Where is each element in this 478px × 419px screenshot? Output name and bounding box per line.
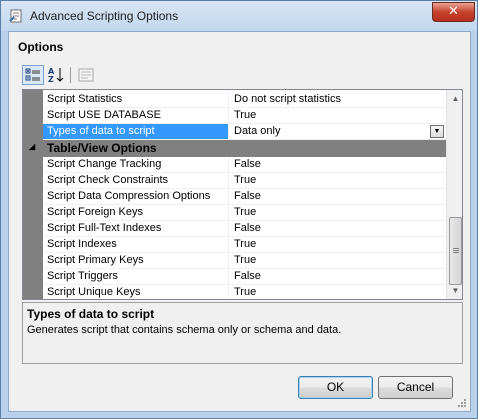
- property-name: Script Change Tracking: [43, 157, 229, 172]
- property-name: Script USE DATABASE: [43, 108, 229, 123]
- grid-row-script-primary-keys[interactable]: Script Primary Keys True: [43, 253, 446, 269]
- alphabetical-button[interactable]: A Z: [45, 65, 67, 85]
- property-name: Types of data to script: [43, 124, 229, 139]
- thumb-grip: [453, 252, 459, 253]
- property-name: Script Indexes: [43, 237, 229, 252]
- grid-row-script-indexes[interactable]: Script Indexes True: [43, 237, 446, 253]
- dropdown-arrow-icon[interactable]: ▼: [430, 125, 444, 138]
- dialog-client-area: Options A Z Script Statistics Do not scr…: [8, 31, 471, 412]
- property-value[interactable]: True: [230, 285, 446, 299]
- property-name: Script Data Compression Options: [43, 189, 229, 204]
- description-title: Types of data to script: [27, 307, 155, 321]
- property-pages-button[interactable]: [75, 65, 97, 85]
- category-label: Table/View Options: [47, 141, 157, 155]
- title-bar[interactable]: Advanced Scripting Options ✕: [1, 1, 477, 31]
- cancel-button[interactable]: Cancel: [378, 376, 453, 399]
- types-of-data-select[interactable]: Data only ▼: [230, 124, 446, 139]
- window-title: Advanced Scripting Options: [30, 9, 179, 23]
- advanced-scripting-options-dialog: Advanced Scripting Options ✕ Options A Z: [0, 0, 478, 419]
- close-button[interactable]: ✕: [432, 2, 475, 22]
- scroll-up-icon[interactable]: ▲: [447, 90, 462, 107]
- grid-row-script-foreign-keys[interactable]: Script Foreign Keys True: [43, 205, 446, 221]
- property-name: Script Check Constraints: [43, 173, 229, 188]
- property-grid-toolbar: A Z: [18, 65, 473, 87]
- vertical-scrollbar[interactable]: ▲ ▼: [446, 90, 462, 299]
- property-grid: Script Statistics Do not script statisti…: [22, 89, 463, 300]
- property-value[interactable]: False: [230, 189, 446, 204]
- grid-row-types-of-data-to-script[interactable]: Types of data to script Data only ▼: [43, 124, 446, 140]
- property-value[interactable]: True: [230, 108, 446, 123]
- script-app-icon: [9, 9, 22, 23]
- property-value[interactable]: Do not script statistics: [230, 92, 446, 107]
- grid-row-script-triggers[interactable]: Script Triggers False: [43, 269, 446, 285]
- ok-button[interactable]: OK: [298, 376, 373, 399]
- grid-row-script-statistics[interactable]: Script Statistics Do not script statisti…: [43, 92, 446, 108]
- svg-text:Z: Z: [48, 75, 54, 84]
- property-name: Script Triggers: [43, 269, 229, 284]
- collapse-toggle-icon[interactable]: ◢: [29, 142, 35, 151]
- sort-alphabetical-icon: A Z: [48, 67, 64, 84]
- grid-row-script-change-tracking[interactable]: Script Change Tracking False: [43, 157, 446, 173]
- property-name: Script Full-Text Indexes: [43, 221, 229, 236]
- description-text: Generates script that contains schema on…: [27, 324, 342, 336]
- property-value[interactable]: True: [230, 173, 446, 188]
- scroll-down-icon[interactable]: ▼: [447, 282, 462, 299]
- options-header: Options: [18, 40, 64, 54]
- property-value[interactable]: False: [230, 269, 446, 284]
- property-value[interactable]: False: [230, 157, 446, 172]
- grid-row-script-full-text-indexes[interactable]: Script Full-Text Indexes False: [43, 221, 446, 237]
- close-icon: ✕: [448, 4, 459, 19]
- property-name: Script Statistics: [43, 92, 229, 107]
- grid-gutter: [23, 90, 43, 299]
- property-value[interactable]: True: [230, 253, 446, 268]
- grid-row-script-use-database[interactable]: Script USE DATABASE True: [43, 108, 446, 124]
- property-value[interactable]: False: [230, 221, 446, 236]
- property-name: Script Primary Keys: [43, 253, 229, 268]
- grid-row-script-data-compression-options[interactable]: Script Data Compression Options False: [43, 189, 446, 205]
- grid-row-script-check-constraints[interactable]: Script Check Constraints True: [43, 173, 446, 189]
- thumb-grip: [453, 248, 459, 249]
- grid-row-script-unique-keys[interactable]: Script Unique Keys True: [43, 285, 446, 299]
- categorized-button[interactable]: [22, 65, 44, 85]
- categorized-icon: [25, 68, 40, 81]
- property-value[interactable]: True: [230, 237, 446, 252]
- property-pages-icon: [78, 68, 94, 82]
- toolbar-separator: [70, 67, 71, 83]
- description-panel: Types of data to script Generates script…: [22, 302, 463, 364]
- category-table-view-options[interactable]: ◢ Table/View Options: [23, 140, 446, 157]
- selected-value: Data only: [234, 125, 281, 137]
- resize-grip-icon[interactable]: [457, 398, 467, 408]
- thumb-grip: [453, 250, 459, 251]
- property-name: Script Foreign Keys: [43, 205, 229, 220]
- property-name: Script Unique Keys: [43, 285, 229, 299]
- scrollbar-thumb[interactable]: [449, 217, 462, 285]
- property-value[interactable]: True: [230, 205, 446, 220]
